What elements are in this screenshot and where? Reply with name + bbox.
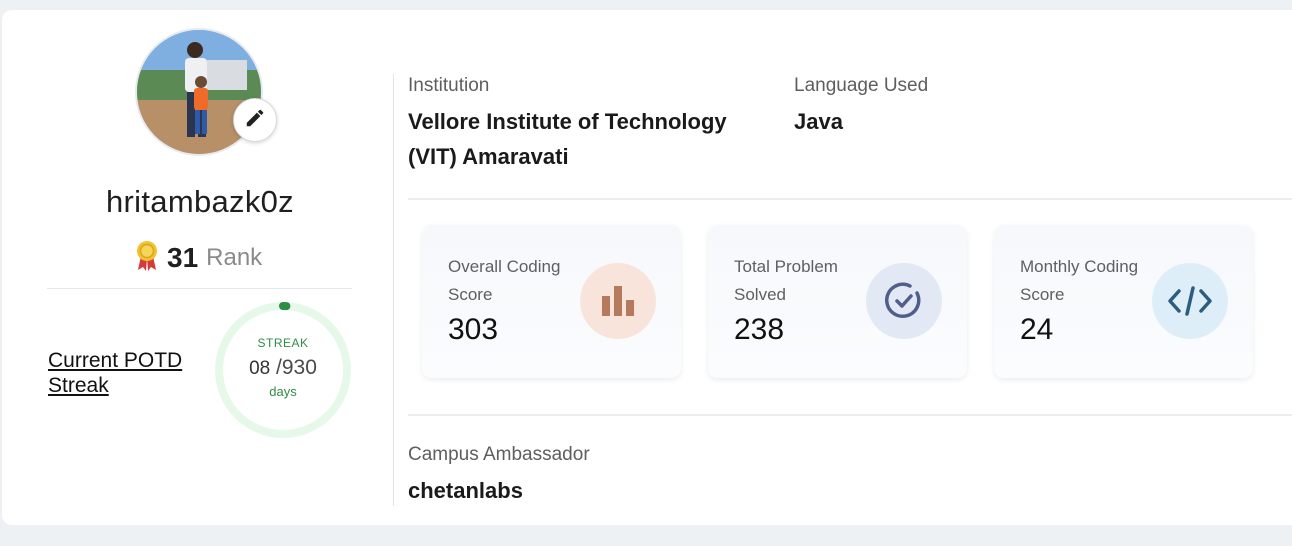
left-divider (47, 288, 352, 289)
code-icon (1152, 263, 1228, 339)
stat-card-overall-score: Overall Coding Score 303 (422, 225, 681, 378)
rank-label: Rank (206, 244, 263, 271)
username: hritambazk0z (106, 184, 294, 219)
ambassador-label: Campus Ambassador (408, 444, 590, 465)
institution-label: Institution (408, 75, 490, 96)
rank-value: 31 (167, 242, 199, 273)
vertical-divider (393, 74, 394, 506)
language-label: Language Used (794, 75, 929, 96)
institution-value: Vellore Institute of Technology (VIT) Am… (408, 109, 727, 169)
streak-count: 08 /930 (249, 356, 317, 380)
stat-label: Overall Coding Score (448, 257, 561, 304)
section-divider-top (408, 198, 1292, 200)
check-circle-icon (866, 263, 942, 339)
stat-value: 238 (734, 313, 785, 346)
medal-icon (135, 240, 159, 277)
stat-card-problems-solved: Total Problem Solved 238 (708, 225, 967, 378)
stat-value: 24 (1020, 313, 1054, 346)
avatar-container (137, 30, 277, 154)
streak-total: /930 (276, 355, 317, 379)
language-value: Java (794, 109, 843, 134)
streak-current: 08 (249, 357, 271, 379)
stat-label: Monthly Coding Score (1020, 257, 1139, 304)
pencil-icon (244, 107, 266, 134)
streak-label: STREAK (257, 335, 309, 350)
rank-row: 31 Rank (135, 238, 262, 278)
stat-label: Total Problem Solved (734, 257, 838, 304)
stat-card-monthly-score: Monthly Coding Score 24 (994, 225, 1253, 378)
streak-ring: STREAK 08 /930 days (213, 300, 353, 440)
stat-value: 303 (448, 313, 499, 346)
potd-streak-link[interactable]: Current POTD Streak (48, 348, 218, 398)
edit-avatar-button[interactable] (233, 98, 277, 142)
bar-chart-icon (580, 263, 656, 339)
ambassador-value: chetanlabs (408, 478, 523, 503)
section-divider-bottom (408, 414, 1292, 416)
streak-days-label: days (269, 383, 297, 399)
